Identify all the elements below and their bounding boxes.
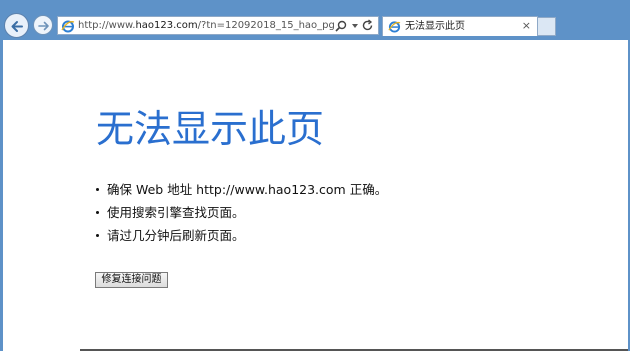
- page-title: 无法显示此页: [96, 107, 325, 151]
- address-bar[interactable]: http://www.hao123.com/?tn=12092018_15_ha…: [57, 16, 379, 35]
- ie-logo-icon: [61, 20, 75, 33]
- address-prefix: http://www.: [78, 20, 136, 31]
- list-item: 使用搜索引擎查找页面。: [94, 201, 387, 224]
- refresh-icon[interactable]: [361, 19, 374, 32]
- list-item: 请过几分钟后刷新页面。: [94, 224, 387, 247]
- back-button[interactable]: [4, 13, 29, 38]
- window-border-left: [0, 40, 3, 351]
- tab-title: 无法显示此页: [405, 21, 465, 32]
- tips-list: 确保 Web 地址 http://www.hao123.com 正确。 使用搜索…: [94, 178, 387, 247]
- tab-active[interactable]: 无法显示此页 ×: [382, 16, 538, 36]
- search-icon[interactable]: [334, 19, 348, 33]
- list-item: 确保 Web 地址 http://www.hao123.com 正确。: [94, 178, 387, 201]
- ie-logo-icon: [388, 21, 401, 33]
- address-path: /?tn=12092018_15_hao_pg: [197, 20, 335, 31]
- fix-connection-button[interactable]: 修复连接问题: [95, 272, 168, 288]
- browser-chrome: http://www.hao123.com/?tn=12092018_15_ha…: [0, 0, 630, 40]
- back-arrow-icon: [11, 21, 23, 32]
- forward-button[interactable]: [33, 15, 53, 35]
- close-icon[interactable]: ×: [522, 19, 531, 33]
- forward-arrow-icon: [38, 21, 49, 31]
- address-url[interactable]: http://www.hao123.com/?tn=12092018_15_ha…: [78, 18, 335, 34]
- new-tab-button[interactable]: [538, 17, 556, 36]
- dropdown-icon[interactable]: [352, 24, 358, 28]
- address-host: hao123.com: [135, 20, 198, 31]
